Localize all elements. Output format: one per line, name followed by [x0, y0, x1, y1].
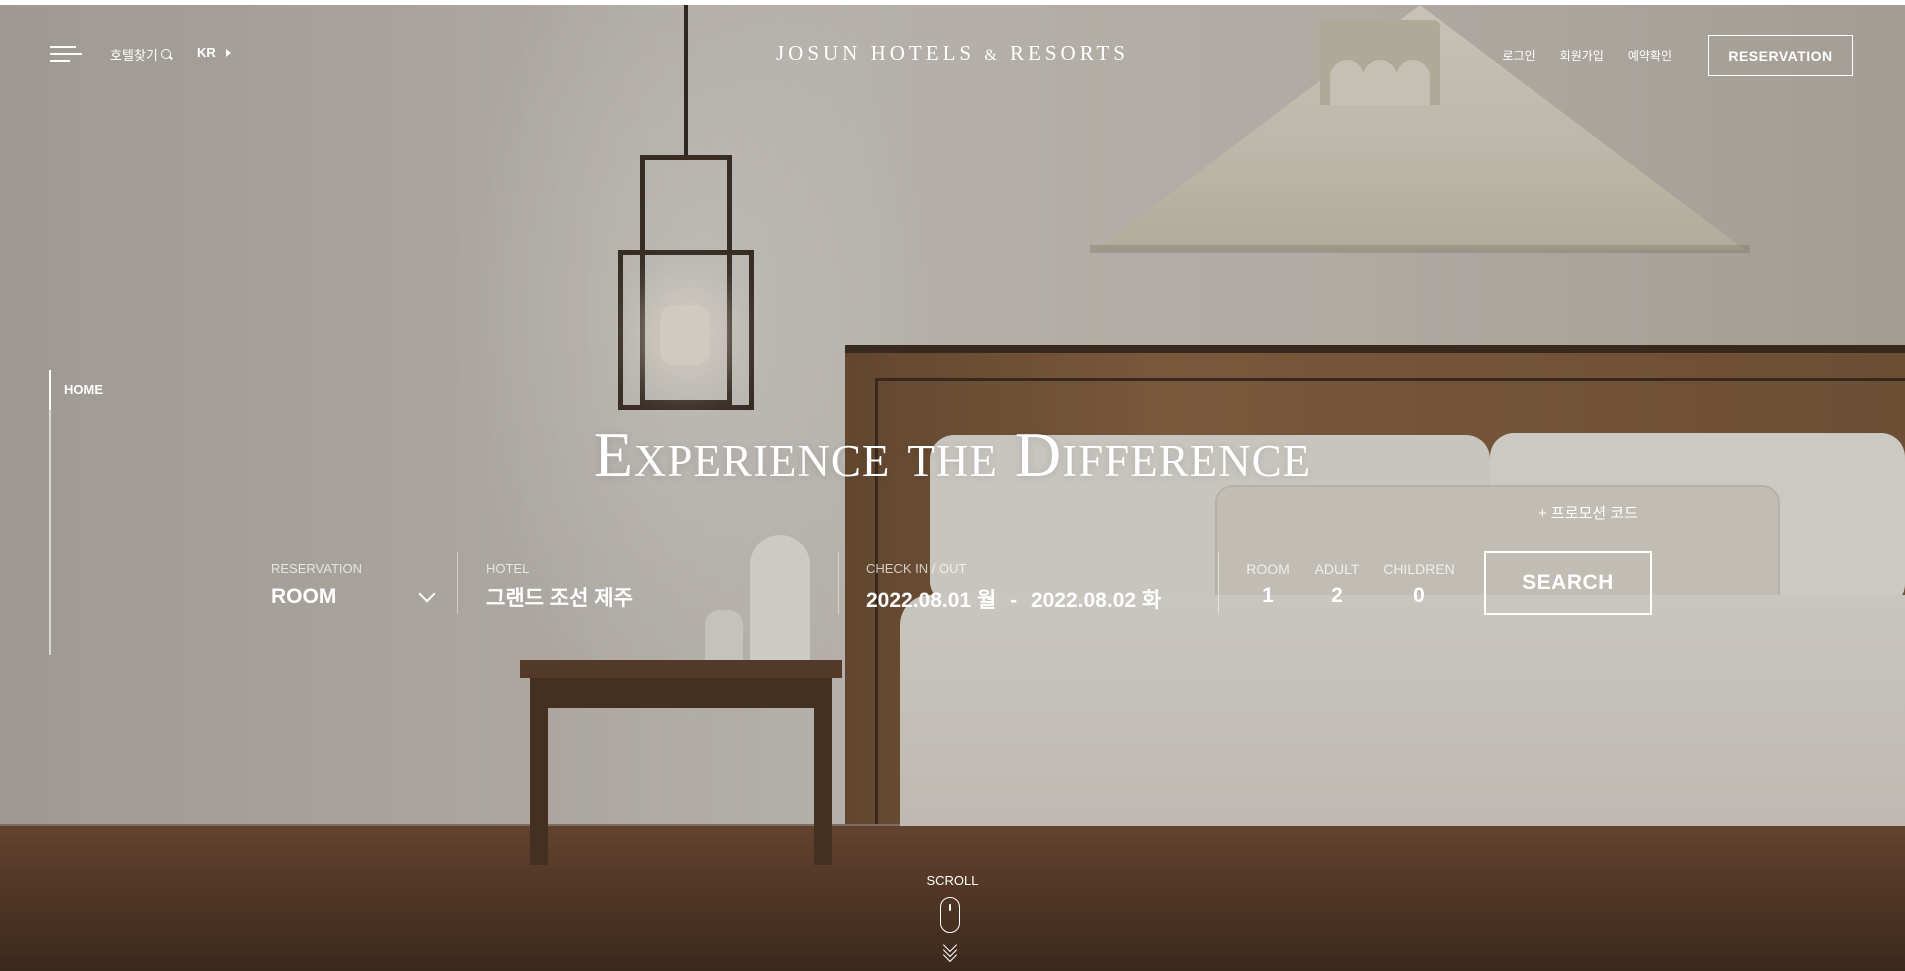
dates-value[interactable]: 2022.08.01 월 - 2022.08.02 화: [866, 584, 1161, 614]
dates-label: CHECK IN / OUT: [866, 561, 967, 576]
adult-label: ADULT: [1314, 561, 1360, 577]
chevrons-down-icon[interactable]: [942, 937, 958, 963]
search-button[interactable]: SEARCH: [1484, 551, 1652, 615]
reservation-button[interactable]: RESERVATION: [1708, 35, 1853, 76]
hotel-label: HOTEL: [486, 561, 530, 576]
side-nav-home[interactable]: HOME: [64, 382, 103, 397]
logo-ampersand: &: [984, 47, 1001, 64]
reservation-type-label: RESERVATION: [271, 561, 363, 576]
field-divider: [1218, 552, 1219, 614]
room-count[interactable]: 1: [1244, 584, 1292, 608]
date-separator: -: [1010, 589, 1018, 612]
logo-tail: RESORTS: [1010, 41, 1129, 65]
side-nav-indicator: [49, 370, 51, 410]
promo-code-link[interactable]: + 프로모션 코드: [1538, 502, 1638, 523]
field-divider: [457, 552, 458, 614]
reservation-type-value[interactable]: ROOM: [271, 585, 336, 609]
mouse-icon[interactable]: [940, 897, 960, 933]
login-link[interactable]: 로그인: [1503, 47, 1536, 64]
hotel-value[interactable]: 그랜드 조선 제주: [486, 582, 633, 612]
top-links: 로그인 회원가입 예약확인: [1503, 47, 1672, 64]
check-in-date: 2022.08.01 월: [866, 589, 997, 612]
hero-title: Experience the Difference: [593, 419, 1312, 490]
adult-count[interactable]: 2: [1311, 584, 1363, 608]
children-count[interactable]: 0: [1381, 584, 1457, 608]
side-nav-track: [49, 370, 51, 655]
check-out-date: 2022.08.02 화: [1030, 589, 1162, 612]
scroll-label: SCROLL: [926, 873, 979, 888]
field-divider: [838, 552, 839, 614]
check-reservation-link[interactable]: 예약확인: [1628, 47, 1672, 64]
room-label: ROOM: [1246, 561, 1290, 577]
logo-main: JOSUN HOTELS: [776, 41, 976, 65]
signup-link[interactable]: 회원가입: [1560, 47, 1604, 64]
site-header: 호텔찾기 KR JOSUN HOTELS & RESORTS 로그인 회원가입 …: [0, 5, 1905, 105]
children-label: CHILDREN: [1383, 561, 1455, 577]
hero-section: 호텔찾기 KR JOSUN HOTELS & RESORTS 로그인 회원가입 …: [0, 5, 1905, 971]
